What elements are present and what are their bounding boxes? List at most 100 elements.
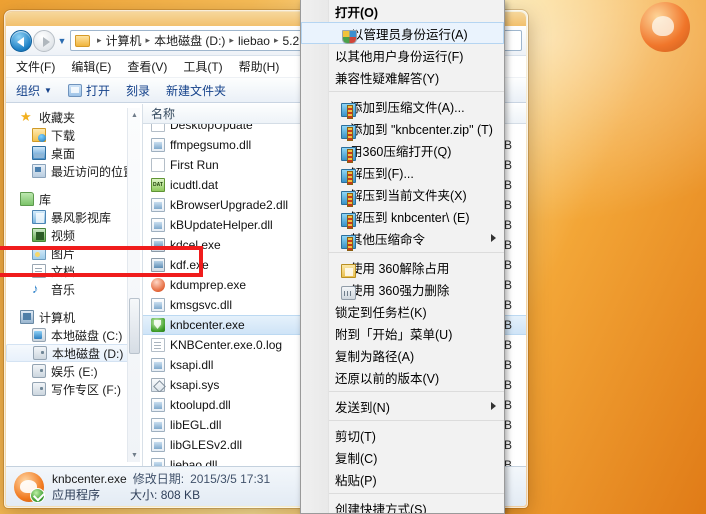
menu-item-label: 以其他用户身份运行(F) — [335, 49, 464, 64]
zip-icon — [341, 147, 356, 163]
sidebar-group-favorites[interactable]: ★ 收藏夹 — [6, 108, 142, 126]
file-name: kdumprep.exe — [170, 278, 247, 292]
menu-file[interactable]: 文件(F) — [16, 58, 55, 75]
desktop-browser-icon — [640, 2, 690, 52]
menu-item-extract-here[interactable]: 解压到当前文件夹(X) — [301, 183, 504, 207]
dll-icon — [151, 138, 165, 152]
sidebar-item-drive-e[interactable]: 娱乐 (E:) — [6, 362, 142, 380]
file-name: liebao.dll — [170, 458, 218, 466]
menu-item-extract-to-folder[interactable]: 解压到 knbcenter\ (E) — [301, 205, 504, 229]
menu-item-pin-to-taskbar[interactable]: 锁定到任务栏(K) — [301, 300, 504, 322]
breadcrumb-item-0[interactable]: 计算机 — [106, 32, 142, 49]
menu-tools[interactable]: 工具(T) — [183, 58, 222, 75]
menu-item-open-with-360zip[interactable]: 用360压缩打开(Q) — [301, 139, 504, 163]
submenu-arrow-icon — [491, 402, 496, 410]
menu-help[interactable]: 帮助(H) — [239, 58, 280, 75]
sidebar-group-libraries[interactable]: 库 — [6, 190, 142, 208]
sidebar-item-documents[interactable]: 文档 — [6, 262, 142, 280]
menu-item-360-force-delete[interactable]: 使用 360强力删除 — [301, 278, 504, 300]
open-button[interactable]: 打开 — [67, 82, 110, 99]
recent-locations-chevron-icon[interactable]: ▼ — [56, 36, 68, 46]
dll-icon — [151, 218, 165, 232]
file-name: kmsgsvc.dll — [170, 298, 233, 312]
library-icon — [20, 192, 34, 206]
menu-item-extract-to[interactable]: 解压到(F)... — [301, 161, 504, 185]
menu-item-cut[interactable]: 剪切(T) — [301, 424, 504, 446]
sidebar-item-drive-d[interactable]: 本地磁盘 (D:) — [6, 344, 138, 362]
menu-item-pin-to-start[interactable]: 附到「开始」菜单(U) — [301, 322, 504, 344]
zip-icon — [341, 191, 356, 207]
sidebar-item-music[interactable]: ♪ 音乐 — [6, 280, 142, 298]
breadcrumb-separator: ▸ — [229, 35, 234, 45]
burn-button[interactable]: 刻录 — [126, 82, 150, 99]
navigation-scrollbar[interactable]: ▲ ▼ — [127, 108, 140, 462]
breadcrumb-item-1[interactable]: 本地磁盘 (D:) — [154, 32, 225, 49]
sidebar-item-recent-places[interactable]: 最近访问的位置 — [6, 162, 142, 180]
scroll-up-arrow-icon[interactable]: ▲ — [128, 108, 141, 122]
organize-button[interactable]: 组织 ▼ — [16, 82, 52, 99]
star-icon: ★ — [20, 109, 32, 124]
file-name: ksapi.dll — [170, 358, 214, 372]
menu-item-compatibility-troubleshoot[interactable]: 兼容性疑难解答(Y) — [301, 66, 504, 88]
menu-item-create-shortcut[interactable]: 创建快捷方式(S) — [301, 497, 504, 514]
menu-item-copy-as-path[interactable]: 复制为路径(A) — [301, 344, 504, 366]
sidebar-item-downloads[interactable]: 下载 — [6, 126, 142, 144]
sidebar-item-label: 本地磁盘 (C:) — [51, 328, 123, 343]
menu-item-label: 复制(C) — [335, 451, 378, 466]
details-file-name: knbcenter.exe — [52, 471, 127, 486]
menu-item-label: 添加到压缩文件(A)... — [350, 100, 465, 115]
red-exe-icon — [151, 278, 165, 292]
breadcrumb-item-2[interactable]: liebao — [238, 34, 270, 48]
menu-item-label: 锁定到任务栏(K) — [335, 305, 427, 320]
menu-view[interactable]: 查看(V) — [127, 58, 167, 75]
menu-item-label: 解压到(F)... — [350, 166, 414, 181]
sidebar-group-label: 计算机 — [39, 310, 76, 325]
sys-icon — [151, 378, 165, 392]
sidebar-item-drive-f[interactable]: 写作专区 (F:) — [6, 380, 142, 398]
file-name: libEGL.dll — [170, 418, 222, 432]
file-name: kdf.exe — [170, 258, 209, 272]
shredder-icon — [341, 286, 356, 300]
zip-icon — [341, 169, 356, 185]
file-name: kBrowserUpgrade2.dll — [170, 198, 289, 212]
submenu-arrow-icon — [491, 234, 496, 242]
menu-item-send-to[interactable]: 发送到(N) — [301, 395, 504, 417]
sidebar-item-desktop[interactable]: 桌面 — [6, 144, 142, 162]
system-drive-icon — [32, 328, 46, 342]
details-size-label: 大小: — [130, 487, 158, 502]
menu-item-run-as-administrator[interactable]: 以管理员身份运行(A) — [301, 22, 504, 44]
sidebar-item-baofeng-library[interactable]: 暴风影视库 — [6, 208, 142, 226]
menu-item-open[interactable]: 打开(O) — [301, 0, 504, 22]
breadcrumb-separator: ▸ — [145, 35, 151, 45]
file-name: libGLESv2.dll — [170, 438, 243, 452]
menu-item-label: 打开(O) — [335, 5, 379, 20]
scrollbar-thumb[interactable] — [129, 298, 140, 354]
menu-item-copy[interactable]: 复制(C) — [301, 446, 504, 468]
scroll-down-arrow-icon[interactable]: ▼ — [128, 448, 141, 462]
open-icon — [67, 83, 82, 97]
details-modified-label: 修改日期: — [132, 471, 185, 486]
sidebar-item-label: 音乐 — [51, 282, 76, 297]
menu-item-add-to-archive[interactable]: 添加到压缩文件(A)... — [301, 95, 504, 119]
forward-button[interactable] — [33, 29, 55, 52]
new-folder-button[interactable]: 新建文件夹 — [166, 82, 226, 99]
details-size-value: 808 KB — [160, 487, 201, 502]
menu-item-run-as-other-user[interactable]: 以其他用户身份运行(F) — [301, 44, 504, 66]
sidebar-item-label: 本地磁盘 (D:) — [52, 346, 124, 361]
menu-edit[interactable]: 编辑(E) — [71, 58, 111, 75]
sidebar-item-pictures[interactable]: 图片 — [6, 244, 142, 262]
sidebar-item-videos[interactable]: 视频 — [6, 226, 142, 244]
menu-item-paste[interactable]: 粘贴(P) — [301, 468, 504, 490]
liebao-shield-icon — [14, 471, 45, 503]
menu-item-other-archive-commands[interactable]: 其他压缩命令 — [301, 227, 504, 251]
exe-icon — [151, 258, 165, 272]
menu-item-restore-previous-versions[interactable]: 还原以前的版本(V) — [301, 366, 504, 388]
sidebar-group-computer[interactable]: 计算机 — [6, 308, 142, 326]
back-button[interactable] — [10, 29, 32, 52]
sidebar-item-drive-c[interactable]: 本地磁盘 (C:) — [6, 326, 142, 344]
zip-icon — [341, 235, 356, 251]
menu-item-add-to-named-zip[interactable]: 添加到 "knbcenter.zip" (T) — [301, 117, 504, 141]
menu-item-360-unlock[interactable]: 使用 360解除占用 — [301, 256, 504, 278]
dll-icon — [151, 438, 165, 452]
menu-separator — [329, 252, 504, 253]
